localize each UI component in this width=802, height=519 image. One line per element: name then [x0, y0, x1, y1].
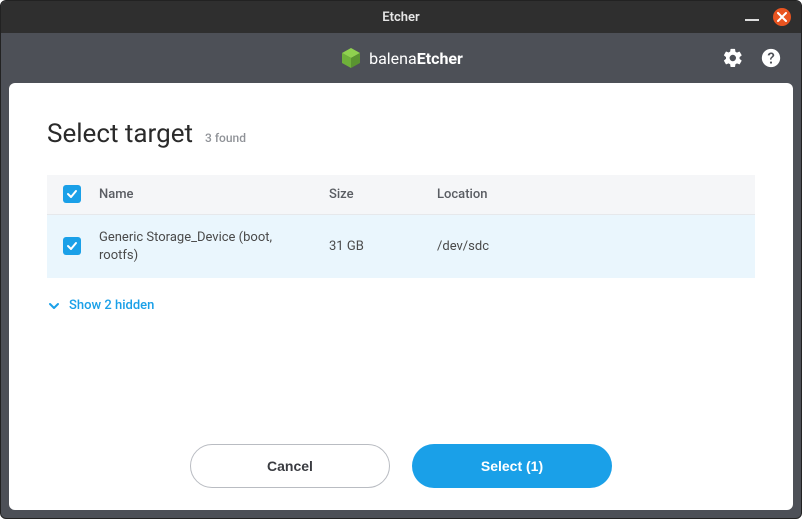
app-logo: balenaEtcher [339, 46, 463, 70]
col-size: Size [321, 175, 429, 215]
heading-row: Select target 3 found [47, 119, 755, 149]
toolbar-right [721, 33, 783, 83]
titlebar-controls [745, 1, 791, 33]
select-all-checkbox[interactable] [63, 185, 81, 203]
settings-button[interactable] [721, 46, 745, 70]
row-checkbox-cell [47, 215, 91, 279]
col-location: Location [429, 175, 755, 215]
check-icon [66, 240, 78, 252]
balena-cube-icon [339, 46, 363, 70]
show-hidden-label: Show 2 hidden [69, 298, 154, 313]
found-count: 3 found [205, 131, 246, 145]
toolbar: balenaEtcher [1, 33, 801, 83]
row-size: 31 GB [321, 215, 429, 279]
show-hidden-toggle[interactable]: Show 2 hidden [47, 298, 755, 313]
logo-text: balenaEtcher [369, 49, 463, 68]
footer: Cancel Select (1) [9, 444, 793, 488]
titlebar: Etcher [1, 1, 801, 33]
minimize-button[interactable] [745, 19, 759, 21]
help-icon [760, 47, 782, 69]
window: Etcher balenaEtcher Se [0, 0, 802, 519]
table-header-row: Name Size Location [47, 175, 755, 215]
page-title: Select target [47, 119, 193, 149]
gear-icon [722, 47, 744, 69]
targets-table: Name Size Location Generic Storage_Devic… [47, 175, 755, 278]
close-button[interactable] [773, 8, 791, 26]
select-button[interactable]: Select (1) [412, 444, 612, 488]
help-button[interactable] [759, 46, 783, 70]
table-row[interactable]: Generic Storage_Device (boot, rootfs) 31… [47, 215, 755, 279]
content: Select target 3 found Name Size Location [9, 83, 793, 510]
chevron-down-icon [47, 299, 61, 313]
row-name: Generic Storage_Device (boot, rootfs) [91, 215, 321, 279]
row-checkbox[interactable] [63, 237, 81, 255]
check-icon [66, 188, 78, 200]
window-title: Etcher [382, 10, 419, 25]
cancel-button[interactable]: Cancel [190, 444, 390, 488]
row-location: /dev/sdc [429, 215, 755, 279]
col-name: Name [91, 175, 321, 215]
select-all-cell [47, 175, 91, 215]
